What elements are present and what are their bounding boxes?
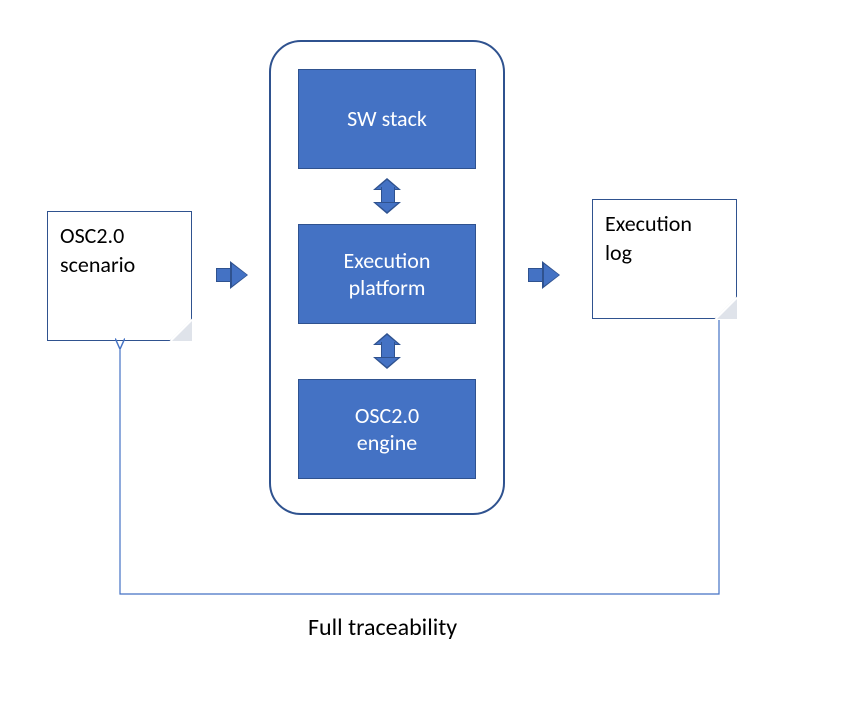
trace-line [0,0,842,707]
trace-label: Full traceability [308,613,457,642]
diagram-canvas: OSC2.0 scenario SW stack Execution platf… [0,0,842,707]
